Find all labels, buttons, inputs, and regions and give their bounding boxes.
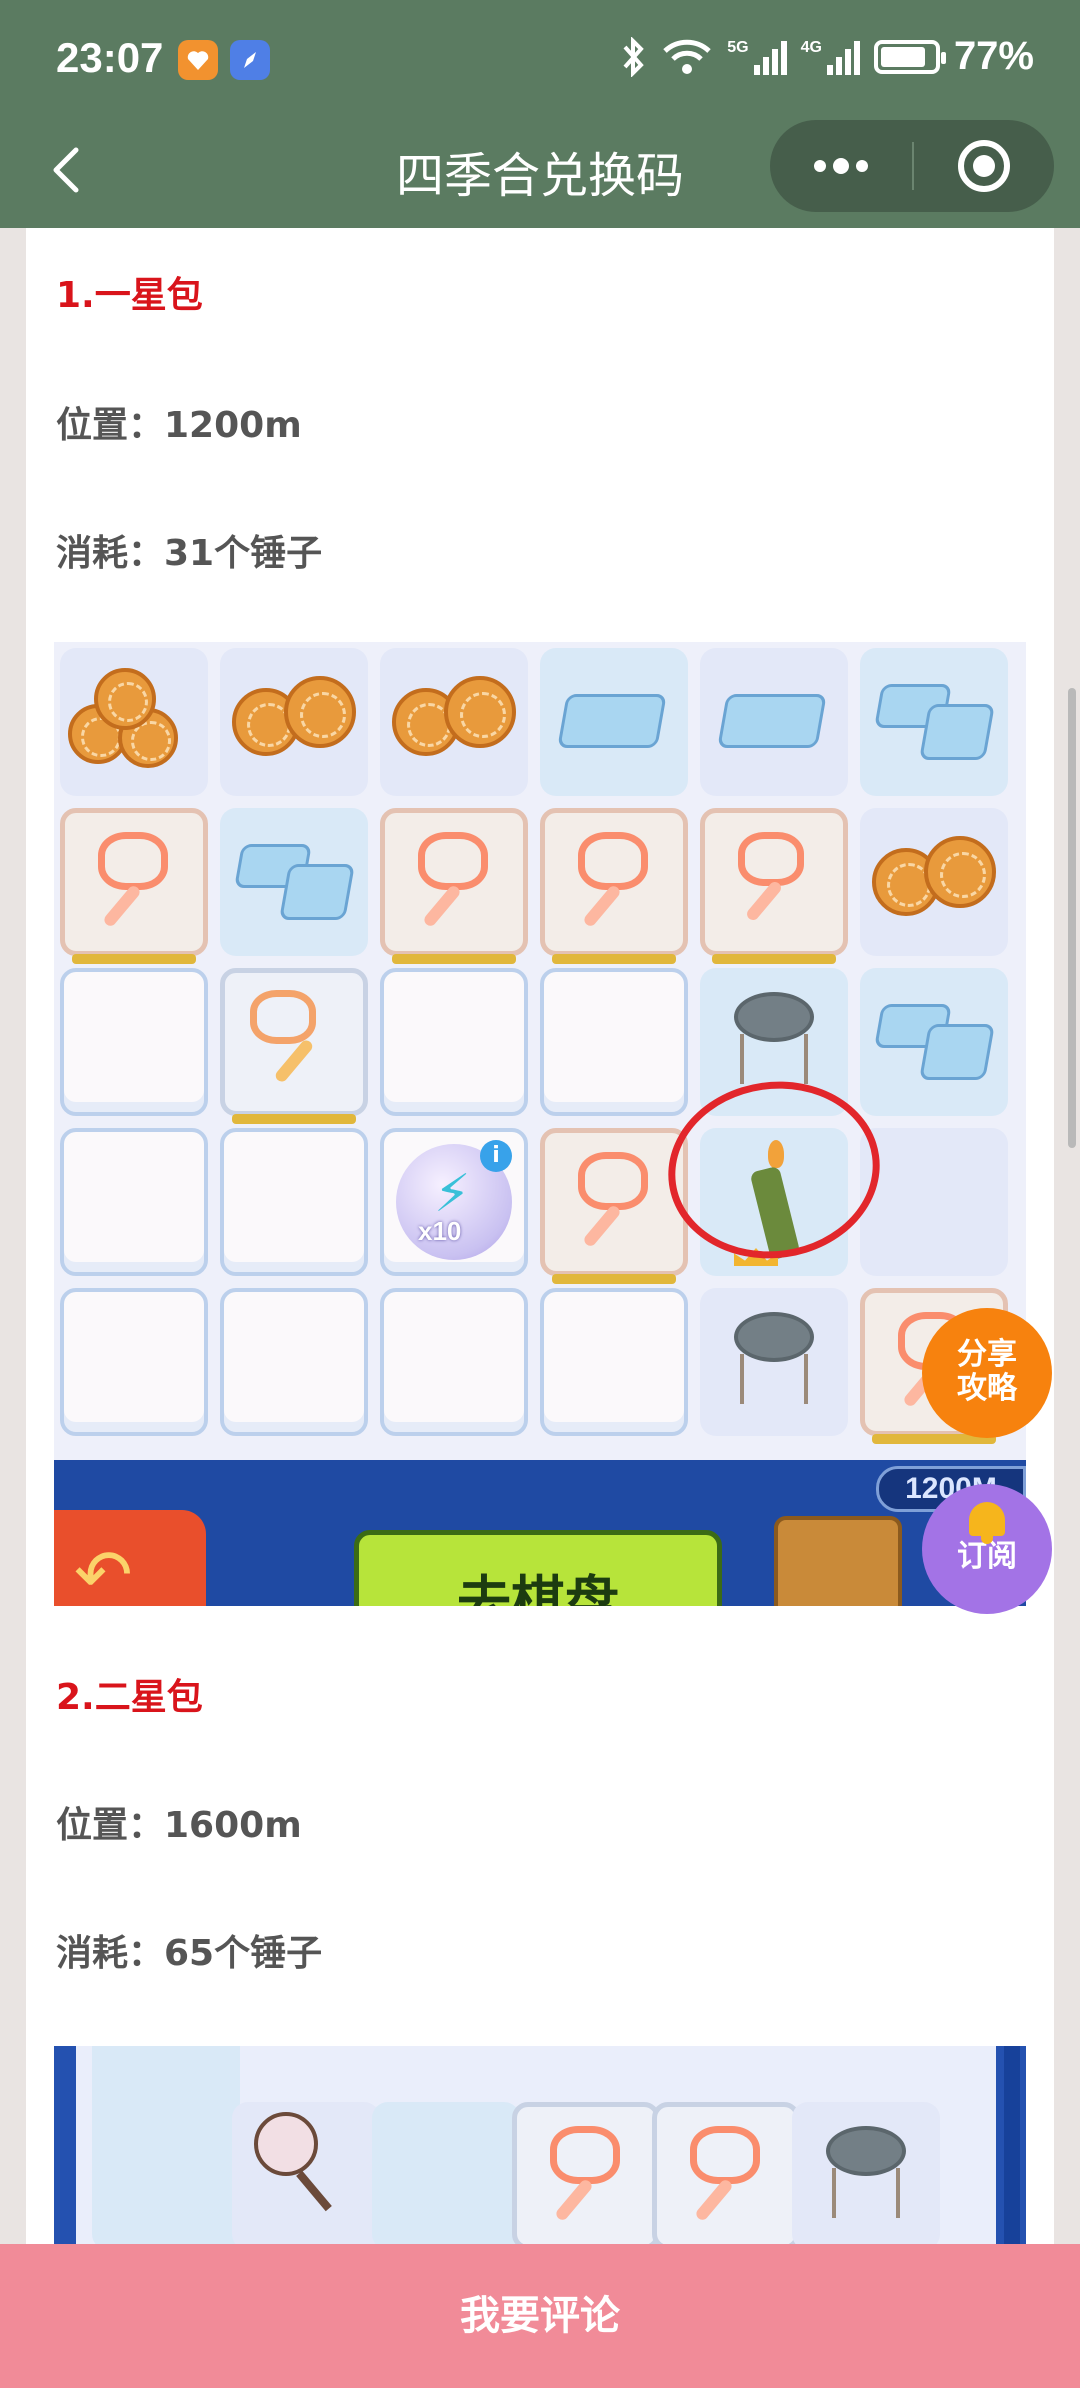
board-cell: [214, 802, 374, 962]
heart-app-icon: [178, 40, 218, 80]
board-cell: ⚡ x10 i: [374, 1122, 534, 1282]
board-cell: [534, 1282, 694, 1442]
more-options-button[interactable]: [770, 120, 912, 212]
section-2-position: 位置：1600m: [56, 1805, 302, 1846]
board-cell: [374, 642, 534, 802]
board-cell: [54, 802, 214, 964]
bell-icon: [969, 1502, 1005, 1544]
board-cell: [366, 2096, 526, 2244]
section-2-cost: 消耗：65个锤子: [56, 1933, 323, 1974]
battery-percent: 77%: [953, 34, 1034, 78]
board-cell: [506, 2096, 666, 2244]
board-rail: [1004, 2046, 1020, 2244]
info-icon: i: [480, 1140, 512, 1172]
board-cell: [54, 642, 214, 802]
board-cell: [214, 642, 374, 802]
board-cell: [534, 1122, 694, 1284]
board-cell: [214, 962, 374, 1124]
energy-quantity: x10: [418, 1216, 462, 1246]
scrollbar[interactable]: [1068, 688, 1076, 1148]
board-cell: [694, 802, 854, 964]
board-area: [76, 2046, 996, 2244]
battery-icon: [873, 39, 946, 74]
gift-box-icon: [774, 1516, 902, 1606]
status-bar: 23:07 5G 4G 77%: [0, 0, 1080, 120]
board-cell: [214, 1282, 374, 1442]
compass-app-icon: [230, 40, 270, 80]
board-cell: [646, 2096, 806, 2244]
board-cell: [854, 1122, 1014, 1282]
board-cell: [86, 2096, 246, 2244]
game-screenshot-2: [54, 2046, 1026, 2244]
section-1-cost: 消耗：31个锤子: [56, 533, 323, 574]
board-cell: [854, 962, 1014, 1122]
board-cell: [54, 1122, 214, 1282]
board-cell: [534, 642, 694, 802]
game-back-icon: ↶: [54, 1510, 206, 1606]
miniprogram-capsule: [770, 120, 1054, 212]
board-cell: [786, 2096, 946, 2244]
share-guide-label: 分享攻略: [957, 1337, 1017, 1406]
game-bottom-bar: 1200M ↶ 去棋盘: [54, 1460, 1026, 1606]
title-bar: 四季合兑换码: [0, 120, 1080, 228]
wifi-icon: [663, 39, 711, 74]
board-cell: [694, 642, 854, 802]
board-grid: ⚡ x10 i: [54, 642, 1014, 1444]
section-title-2: 2.二星包: [56, 1677, 203, 1718]
board-cell: [854, 802, 1014, 962]
comment-button[interactable]: 我要评论: [0, 2244, 1080, 2388]
section-title-1: 1.一星包: [56, 275, 203, 316]
board-cell: [214, 1122, 374, 1282]
close-miniprogram-button[interactable]: [914, 120, 1054, 212]
share-guide-button[interactable]: 分享攻略: [922, 1308, 1052, 1438]
board-cell: [374, 962, 534, 1122]
target-icon: [958, 140, 1010, 192]
board-cell: [226, 2096, 386, 2244]
battery-fill: [880, 46, 925, 67]
board-cell: [374, 1282, 534, 1442]
network-5g-label: 5G: [727, 38, 749, 56]
board-cell: [534, 802, 694, 964]
board-cell: [534, 962, 694, 1122]
board-cell: [694, 1282, 854, 1442]
game-screenshot-1: ⚡ x10 i 1200M ↶ 去棋盘: [54, 642, 1026, 1606]
status-icons: 5G 4G 77%: [621, 34, 1034, 79]
subscribe-label: 订阅: [957, 1539, 1017, 1574]
go-to-board-button: 去棋盘: [354, 1530, 722, 1606]
board-cell: [374, 802, 534, 964]
board-cell: [54, 1282, 214, 1442]
board-cell: [854, 642, 1014, 802]
board-cell: [54, 962, 214, 1122]
article-content: 1.一星包 位置：1200m 消耗：31个锤子 ⚡ x10 i 1200M ↶ …: [26, 228, 1054, 2244]
section-1-position: 位置：1200m: [56, 405, 302, 446]
signal-4g-icon: 4G: [801, 39, 860, 75]
status-time: 23:07: [56, 34, 164, 81]
top-bar: 23:07 5G 4G 77% 四季合兑换码: [0, 0, 1080, 228]
signal-5g-icon: 5G: [727, 38, 787, 75]
network-4g-label: 4G: [800, 38, 822, 56]
bluetooth-icon: [623, 36, 644, 77]
subscribe-button[interactable]: 订阅: [922, 1484, 1052, 1614]
